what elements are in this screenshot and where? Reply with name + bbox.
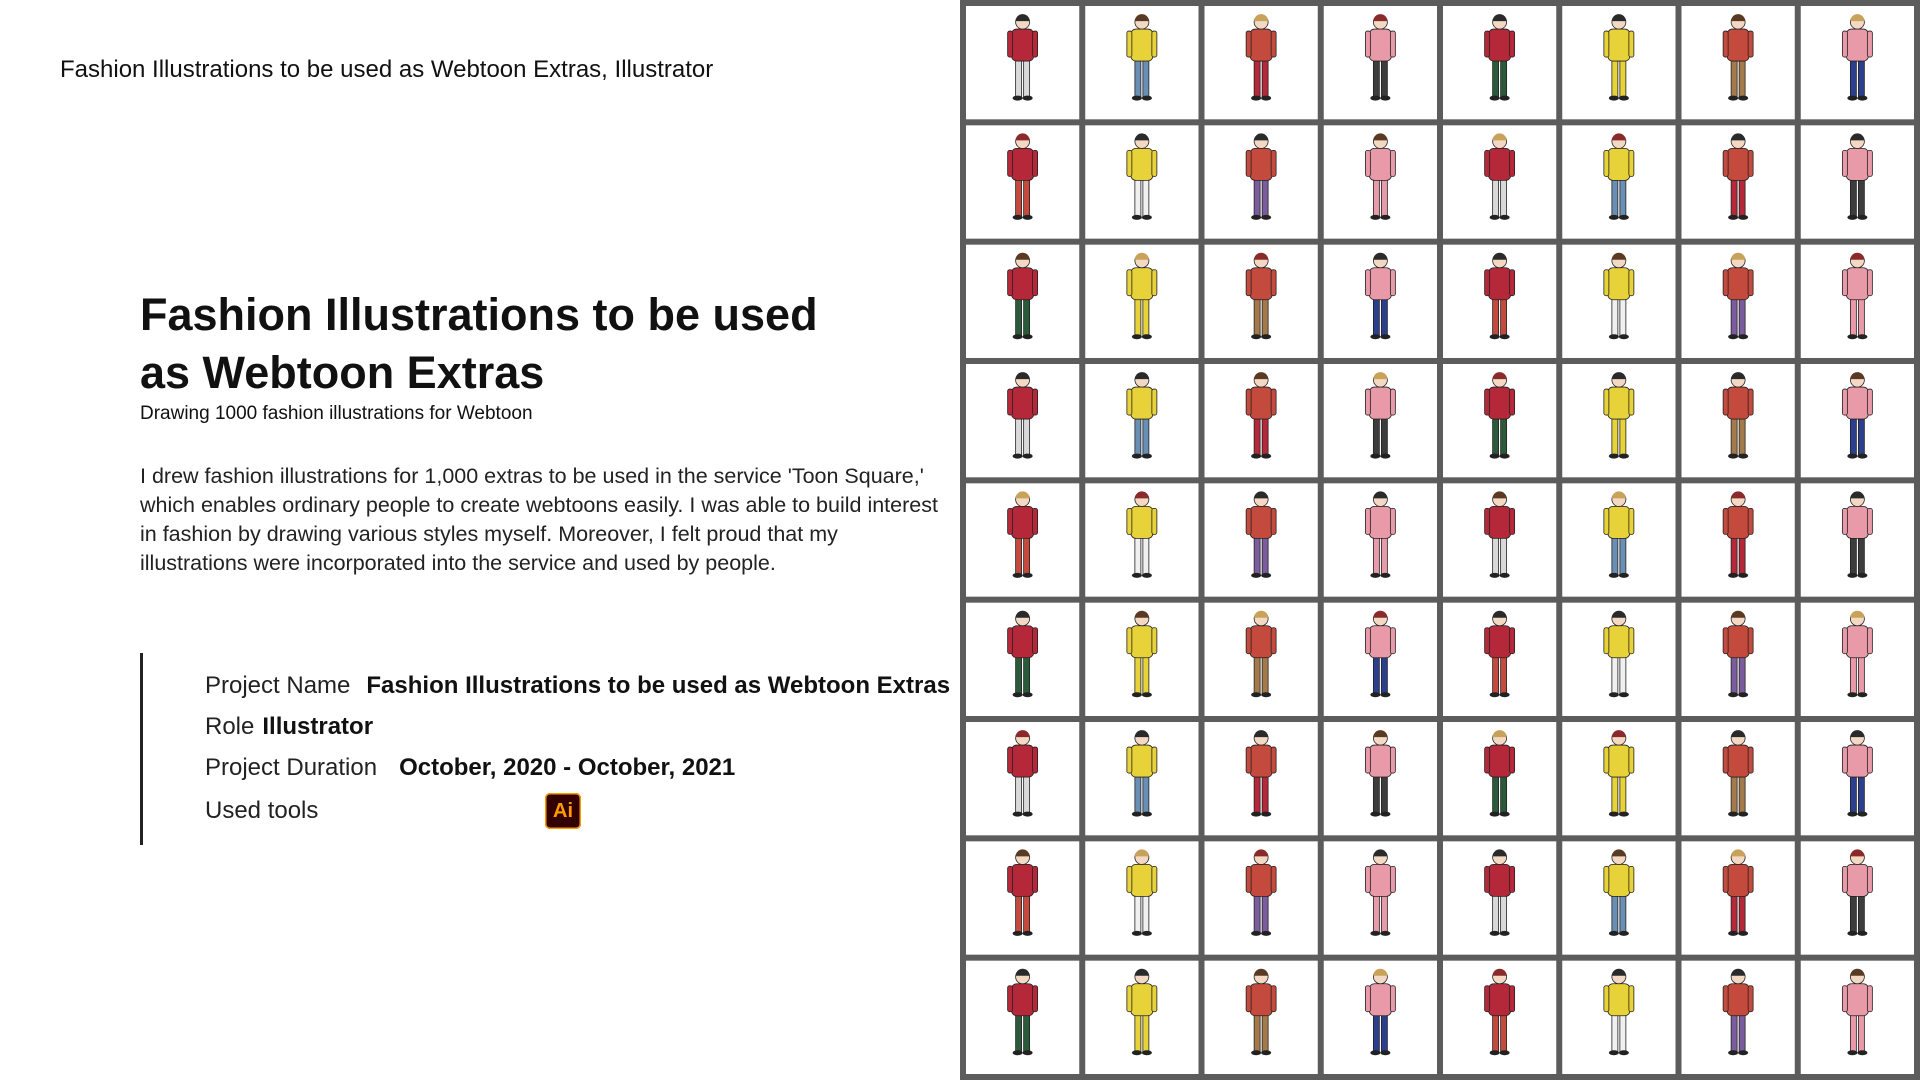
illustration-tile (966, 364, 1080, 478)
illustration-tile (1443, 6, 1557, 120)
illustration-tile (1085, 960, 1199, 1074)
illustration-tile (1681, 483, 1795, 597)
illustration-grid (966, 6, 1914, 1074)
illustration-tile (1681, 6, 1795, 120)
illustration-tile (1323, 364, 1437, 478)
header-title: Fashion Illustrations to be used as Webt… (60, 56, 714, 83)
illustration-tile (1443, 364, 1557, 478)
illustration-tile (1323, 602, 1437, 716)
tools-row: Used tools Ai (205, 793, 581, 829)
adobe-illustrator-icon: Ai (545, 793, 581, 829)
illustration-tile (1681, 722, 1795, 836)
illustration-tile (1443, 841, 1557, 955)
project-name-value: Fashion Illustrations to be used as Webt… (366, 672, 951, 699)
illustration-tile (966, 6, 1080, 120)
illustration-tile (1323, 483, 1437, 597)
illustration-tile (1085, 6, 1199, 120)
illustration-tile (966, 125, 1080, 239)
illustration-tile (1443, 244, 1557, 358)
illustration-gallery (960, 0, 1920, 1080)
illustration-tile (966, 483, 1080, 597)
project-name-label: Project Name (205, 672, 351, 699)
illustration-tile (1085, 602, 1199, 716)
illustration-tile (1800, 244, 1914, 358)
illustration-tile (1204, 364, 1318, 478)
illustration-tile (1204, 722, 1318, 836)
illustration-tile (1085, 483, 1199, 597)
illustration-tile (1085, 244, 1199, 358)
illustration-tile (1443, 722, 1557, 836)
illustration-tile (966, 244, 1080, 358)
illustration-tile (1204, 960, 1318, 1074)
illustration-tile (1323, 960, 1437, 1074)
project-name-row: Project Name Fashion Illustrations to be … (205, 672, 950, 700)
illustration-tile (1562, 841, 1676, 955)
role-label: Role (205, 713, 255, 740)
illustration-tile (1562, 125, 1676, 239)
illustration-tile (1800, 125, 1914, 239)
illustration-tile (1800, 364, 1914, 478)
illustration-tile (1204, 6, 1318, 120)
project-description: I drew fashion illustrations for 1,000 e… (140, 464, 938, 575)
project-title: Fashion Illustrations to be used as Webt… (140, 286, 960, 402)
illustration-tile (966, 602, 1080, 716)
project-title-line-1: Fashion Illustrations to be used (140, 289, 818, 340)
illustration-tile (1562, 244, 1676, 358)
role-value: Illustrator (262, 713, 374, 740)
illustration-tile (1800, 6, 1914, 120)
illustration-tile (1085, 841, 1199, 955)
illustration-tile (1204, 841, 1318, 955)
illustration-tile (1681, 602, 1795, 716)
illustration-tile (1085, 722, 1199, 836)
illustration-tile (966, 841, 1080, 955)
illustration-tile (1562, 960, 1676, 1074)
portfolio-page: Fashion Illustrations to be used as Webt… (0, 0, 1920, 1080)
illustration-tile (1443, 602, 1557, 716)
project-details: Project Name Fashion Illustrations to be … (140, 653, 950, 845)
illustration-tile (1204, 244, 1318, 358)
illustration-tile (1681, 244, 1795, 358)
illustration-tile (1562, 483, 1676, 597)
illustration-tile (1323, 6, 1437, 120)
illustration-tile (1562, 722, 1676, 836)
illustration-tile (1085, 364, 1199, 478)
illustration-tile (1443, 125, 1557, 239)
illustration-tile (1562, 364, 1676, 478)
illustration-tile (1323, 125, 1437, 239)
illustration-tile (1681, 841, 1795, 955)
illustration-tile (1800, 483, 1914, 597)
illustration-tile (1562, 6, 1676, 120)
duration-row: Project Duration October, 2020 - October,… (205, 754, 735, 782)
illustration-tile (1800, 960, 1914, 1074)
illustration-tile (1800, 602, 1914, 716)
illustration-tile (1204, 125, 1318, 239)
illustration-tile (966, 722, 1080, 836)
illustration-tile (966, 960, 1080, 1074)
illustration-tile (1681, 125, 1795, 239)
illustration-tile (1443, 483, 1557, 597)
illustration-tile (1323, 841, 1437, 955)
illustration-tile (1204, 602, 1318, 716)
illustration-tile (1562, 602, 1676, 716)
duration-label: Project Duration (205, 754, 378, 781)
illustration-tile (1681, 364, 1795, 478)
illustration-tile (1800, 841, 1914, 955)
illustration-tile (1204, 483, 1318, 597)
illustration-tile (1323, 244, 1437, 358)
duration-value: October, 2020 - October, 2021 (399, 754, 736, 781)
illustration-tile (1681, 960, 1795, 1074)
illustration-tile (1323, 722, 1437, 836)
tools-label: Used tools (205, 797, 319, 824)
role-row: Role Illustrator (205, 713, 373, 741)
illustration-tile (1085, 125, 1199, 239)
illustration-tile (1800, 722, 1914, 836)
project-subtitle: Drawing 1000 fashion illustrations for W… (140, 403, 533, 424)
illustration-tile (1443, 960, 1557, 1074)
project-title-line-2: as Webtoon Extras (140, 347, 545, 398)
